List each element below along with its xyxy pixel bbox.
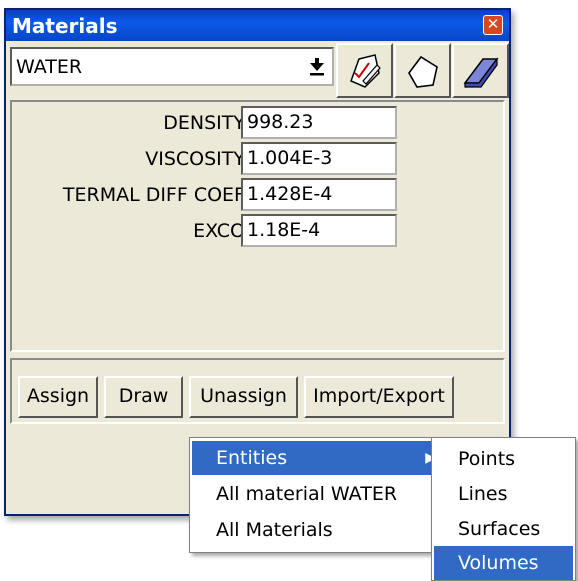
unassign-button[interactable]: Unassign [189, 376, 298, 418]
submenu-item-surfaces[interactable]: Surfaces [434, 512, 573, 546]
unassign-menu: Entities ▶ All material WATER All Materi… [189, 437, 443, 553]
close-icon[interactable]: ✕ [483, 15, 503, 35]
erase-material-icon [463, 57, 499, 88]
property-row: EXCO 1.18E-4 [12, 214, 503, 248]
menu-item-all-materials[interactable]: All Materials [192, 513, 440, 547]
property-row: VISCOSITY 1.004E-3 [12, 142, 503, 176]
submenu-item-volumes[interactable]: Volumes [434, 546, 573, 580]
viscosity-field[interactable]: 1.004E-3 [241, 142, 397, 175]
edit-material-button[interactable] [336, 43, 393, 98]
menu-item-entities[interactable]: Entities ▶ [192, 441, 440, 475]
new-material-button[interactable] [394, 43, 451, 98]
density-field[interactable]: 998.23 [241, 106, 397, 139]
chevron-down-icon[interactable] [305, 55, 329, 79]
property-label: VISCOSITY [145, 148, 245, 170]
submenu-item-lines[interactable]: Lines [434, 477, 573, 511]
properties-panel: DENSITY 998.23 VISCOSITY 1.004E-3 TERMAL… [10, 100, 505, 352]
erase-material-button[interactable] [452, 43, 509, 98]
import-export-button[interactable]: Import/Export [304, 376, 454, 418]
material-selected-value: WATER [16, 56, 83, 78]
property-label: TERMAL DIFF COEF [62, 184, 245, 206]
assign-button[interactable]: Assign [18, 376, 98, 418]
title-bar[interactable]: Materials ✕ [6, 10, 509, 41]
property-row: DENSITY 998.23 [12, 106, 503, 140]
property-row: TERMAL DIFF COEF 1.428E-4 [12, 178, 503, 212]
exco-field[interactable]: 1.18E-4 [241, 214, 397, 247]
draw-button[interactable]: Draw [104, 376, 183, 418]
entities-submenu: Points Lines Surfaces Volumes [431, 437, 576, 581]
submenu-item-points[interactable]: Points [434, 442, 573, 476]
edit-material-icon [350, 54, 381, 88]
new-material-icon [408, 55, 438, 88]
termal-diff-coef-field[interactable]: 1.428E-4 [241, 178, 397, 211]
property-label: EXCO [193, 220, 245, 242]
window-title: Materials [12, 14, 118, 38]
menu-item-all-material-water[interactable]: All material WATER [192, 477, 440, 511]
property-label: DENSITY [163, 112, 245, 134]
material-selector[interactable]: WATER [10, 47, 334, 86]
actions-bar: Assign Draw Unassign Import/Export [10, 358, 505, 424]
menu-item-label: Entities [216, 447, 288, 469]
